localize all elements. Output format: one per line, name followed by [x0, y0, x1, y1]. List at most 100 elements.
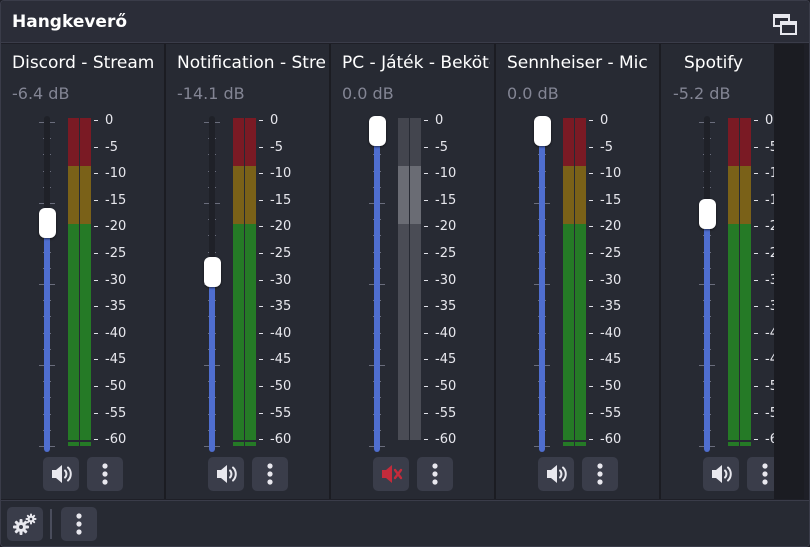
- meter-scale-tick: [424, 226, 428, 228]
- meter-scale-tick: [589, 199, 593, 201]
- mute-button[interactable]: [703, 457, 739, 491]
- meter-scale-tick: [259, 120, 263, 121]
- meter-scale-label: -30: [270, 272, 292, 288]
- meter-scale-tick: [94, 146, 98, 148]
- meter-scale-label: -30: [105, 272, 127, 288]
- meter-scale-label: -55: [600, 405, 622, 421]
- unmute-button[interactable]: [373, 457, 409, 491]
- volume-fader-track[interactable]: [374, 116, 380, 452]
- meter-scale-label: -35: [105, 299, 127, 315]
- meter-scale-label: -20: [270, 219, 292, 235]
- speaker-muted-icon: [382, 465, 403, 483]
- meter-scale-label: -55: [105, 405, 127, 421]
- undock-window-icon[interactable]: [772, 13, 798, 37]
- gears-icon: [13, 513, 37, 535]
- meter-scale-label: -40: [435, 325, 457, 341]
- volume-fader-handle[interactable]: [368, 116, 386, 146]
- meter-scale-tick: [424, 199, 428, 201]
- level-meter-peak: [68, 442, 79, 446]
- meter-scale-tick: [754, 306, 758, 308]
- meter-scale-tick: [589, 412, 593, 414]
- meter-scale-label: -60: [270, 432, 292, 448]
- volume-fader-handle[interactable]: [698, 198, 716, 229]
- meter-scale-tick: [589, 306, 593, 308]
- horizontal-scroll-area[interactable]: [774, 44, 804, 499]
- meter-scale-label: -25: [435, 246, 457, 261]
- meter-scale-label: -15: [600, 192, 622, 208]
- volume-fader-fill: [209, 270, 215, 452]
- speaker-icon: [52, 465, 72, 483]
- meter-scale-label: -10: [435, 166, 457, 182]
- level-meter-left: [233, 118, 244, 440]
- meter-scale-label: -5: [270, 139, 283, 155]
- mute-button[interactable]: [208, 457, 244, 491]
- channel-name[interactable]: Discord - Stream: [12, 53, 160, 73]
- level-meter-peak: [563, 442, 574, 446]
- meter-scale-label: -50: [270, 379, 292, 394]
- volume-fader-track[interactable]: [44, 116, 50, 452]
- channel-menu-button[interactable]: [582, 457, 618, 491]
- mixer-toolbar: [1, 500, 809, 546]
- meter-scale-label: -45: [600, 352, 622, 368]
- meter-scale-label: -35: [600, 299, 622, 315]
- meter-scale-label: -55: [435, 405, 457, 421]
- channel-volume-db: -5.2 dB: [673, 84, 731, 103]
- dock-titlebar: Hangkeverő: [1, 1, 809, 43]
- channel-menu-button[interactable]: [87, 457, 123, 491]
- meter-scale-label: -35: [270, 299, 292, 315]
- mute-button[interactable]: [538, 457, 574, 491]
- channel-name[interactable]: Sennheiser - Mic: [507, 53, 655, 73]
- more-vertical-icon: [267, 463, 273, 485]
- meter-scale-label: -20: [600, 219, 622, 235]
- channel-menu-button[interactable]: [417, 457, 453, 491]
- meter-scale-tick: [589, 173, 593, 175]
- more-vertical-icon: [597, 463, 603, 485]
- meter-scale-tick: [259, 439, 263, 441]
- channel-strip: Notification - Stream -14.1 dB 0 -5 -10 -15 -2…: [166, 44, 331, 499]
- meter-scale-tick: [754, 199, 758, 201]
- channel-strip: Discord - Stream -6.4 dB 0 -5 -10 -15 -20 -25 -3…: [1, 44, 166, 499]
- meter-scale-tick: [424, 253, 428, 254]
- level-meter-left: [68, 118, 79, 440]
- meter-scale-label: -45: [105, 352, 127, 368]
- meter-scale-tick: [259, 146, 263, 148]
- meter-scale-tick: [259, 332, 263, 334]
- volume-fader-handle[interactable]: [203, 256, 221, 287]
- meter-scale-tick: [754, 386, 758, 387]
- meter-scale-label: -50: [435, 379, 457, 394]
- meter-scale-tick: [754, 146, 758, 148]
- meter-scale-tick: [754, 332, 758, 334]
- meter-scale-label: -5: [600, 139, 613, 155]
- meter-scale-label: -30: [435, 272, 457, 288]
- meter-scale-tick: [424, 412, 428, 414]
- advanced-audio-settings-button[interactable]: [7, 507, 43, 541]
- meter-scale-label: -10: [600, 166, 622, 182]
- channel-menu-button[interactable]: [252, 457, 288, 491]
- level-meter-left: [563, 118, 574, 440]
- channel-strip: PC - Játék - Bekötés 0.0 dB 0 -5 -10 -15 -20 -2…: [331, 44, 496, 499]
- channel-strip: Sennheiser - Mic 0.0 dB 0 -5 -10 -15 -20 -25 -30…: [496, 44, 661, 499]
- meter-scale-tick: [94, 306, 98, 308]
- meter-scale-label: -50: [600, 379, 622, 394]
- meter-scale-label: -5: [435, 139, 448, 155]
- mixer-menu-button[interactable]: [61, 507, 97, 541]
- volume-fader-handle[interactable]: [533, 116, 551, 146]
- volume-fader-track[interactable]: [704, 116, 710, 452]
- level-meter-peak: [233, 442, 244, 446]
- volume-fader-handle[interactable]: [38, 207, 56, 238]
- level-meter-right: [410, 118, 421, 440]
- level-meter-right: [575, 118, 586, 440]
- volume-fader-track[interactable]: [539, 116, 545, 452]
- meter-scale-label: -40: [270, 325, 292, 341]
- meter-scale-label: -40: [105, 325, 127, 341]
- channel-name[interactable]: PC - Játék - Bekötés: [342, 53, 490, 73]
- channel-name[interactable]: Notification - Stream: [177, 53, 325, 73]
- meter-scale-tick: [94, 332, 98, 334]
- channel-strip: Spotify-5.2 dB0-5-10-15-20-25-30-35-40-4…: [661, 44, 786, 499]
- meter-scale-label: 0: [435, 113, 444, 128]
- meter-scale-tick: [94, 386, 98, 387]
- level-meter-left: [398, 118, 409, 440]
- meter-scale-tick: [94, 120, 98, 121]
- mute-button[interactable]: [43, 457, 79, 491]
- meter-scale-tick: [259, 226, 263, 228]
